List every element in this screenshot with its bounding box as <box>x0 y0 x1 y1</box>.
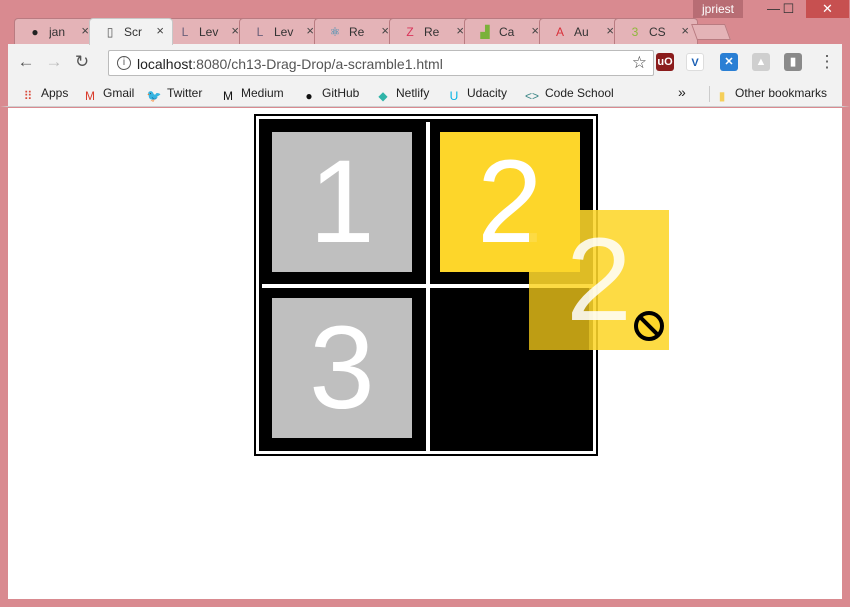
address-bar[interactable]: i localhost:8080/ch13-Drag-Drop/a-scramb… <box>108 50 654 76</box>
maximize-button[interactable]: ☐ <box>774 0 803 18</box>
bookmark-label: Code School <box>545 86 614 100</box>
tab-0[interactable]: ● jan × <box>14 18 98 44</box>
bookmarks-separator <box>709 86 710 102</box>
az-icon: Z <box>406 25 414 39</box>
medium-icon: M <box>223 89 233 103</box>
other-bookmarks-folder[interactable]: ▮ Other bookmarks <box>714 84 828 103</box>
site-info-icon[interactable]: i <box>117 56 131 70</box>
tab-label: Ca <box>499 25 515 39</box>
bookmark-twitter[interactable]: 🐦 Twitter <box>146 84 203 103</box>
bookmark-apps[interactable]: ⠿ Apps <box>20 84 69 103</box>
tab-close-icon[interactable]: × <box>306 23 314 38</box>
page-icon: ▯ <box>106 25 114 39</box>
title-bar: jpriest — ☐ ✕ ● jan × ▯ Scr × L Lev × L Lev × ⚛ Re × Z R… <box>0 0 850 45</box>
tab-close-icon[interactable]: × <box>81 23 89 38</box>
folder-icon: ▮ <box>718 89 726 103</box>
bookmark-label: Gmail <box>103 86 135 100</box>
browser-toolbar: ← → ↻ i localhost:8080/ch13-Drag-Drop/a-… <box>0 44 850 80</box>
react-icon: ⚛ <box>329 25 341 39</box>
bookmark-label: Netlify <box>396 86 430 100</box>
drag-ghost-label: 2 <box>566 214 632 346</box>
bookmark-star-icon[interactable]: ☆ <box>632 53 647 73</box>
tab-close-icon[interactable]: × <box>456 23 464 38</box>
back-button[interactable]: ← <box>16 52 36 72</box>
tab-label: Lev <box>199 25 219 39</box>
url-host: localhost <box>137 56 193 72</box>
tab-label: Au <box>574 25 589 39</box>
css-icon: 3 <box>631 25 639 39</box>
tab-label: Re <box>424 25 440 39</box>
tab-2[interactable]: L Lev × <box>164 18 248 44</box>
bookmarks-overflow-button[interactable]: » <box>678 83 686 101</box>
l-icon: L <box>181 25 189 39</box>
vue-extension-icon[interactable]: V <box>686 53 704 71</box>
apps-icon: ⠿ <box>23 89 33 103</box>
bookmark-github[interactable]: ● GitHub <box>301 84 360 103</box>
close-window-button[interactable]: ✕ <box>806 0 849 18</box>
bookmark-label: Twitter <box>167 86 203 100</box>
url-path: :8080/ch13-Drag-Drop/a-scramble1.html <box>192 56 443 72</box>
tab-close-icon[interactable]: × <box>681 23 689 38</box>
tab-close-icon[interactable]: × <box>381 23 389 38</box>
tab-8[interactable]: 3 CS × <box>614 18 698 44</box>
github-icon: ● <box>31 25 39 39</box>
bookmark-label: Apps <box>41 86 69 100</box>
tab-close-icon[interactable]: × <box>531 23 539 38</box>
tab-1[interactable]: ▯ Scr × <box>89 18 173 45</box>
new-tab-button[interactable] <box>691 24 731 40</box>
bookmark-netlify[interactable]: ◆ Netlify <box>375 84 430 103</box>
cross-extension-icon[interactable]: ✕ <box>720 53 738 71</box>
netlify-icon: ◆ <box>378 89 388 103</box>
tab-7[interactable]: A Au × <box>539 18 623 44</box>
puzzle-tile-3[interactable]: 3 <box>272 298 412 438</box>
tab-5[interactable]: Z Re × <box>389 18 473 44</box>
udacity-icon: U <box>449 89 459 103</box>
bookmark-label: Medium <box>241 86 284 100</box>
angular-icon: A <box>555 25 564 39</box>
puzzle-cell[interactable]: 3 <box>262 288 422 448</box>
no-drop-cursor-icon <box>634 311 664 341</box>
puzzle-tile-1[interactable]: 1 <box>272 132 412 272</box>
tab-label: Re <box>349 25 365 39</box>
l-icon: L <box>256 25 264 39</box>
forward-button[interactable]: → <box>44 52 64 72</box>
tab-4[interactable]: ⚛ Re × <box>314 18 398 44</box>
bookmark-label: Udacity <box>467 86 508 100</box>
tab-6[interactable]: ▟ Ca × <box>464 18 548 44</box>
puzzle-cell[interactable]: 1 <box>262 122 422 282</box>
bookmarks-bar: » ▮ Other bookmarks ⠿ Apps M Gmail 🐦 Twitter M M… <box>0 80 850 107</box>
tab-close-icon[interactable]: × <box>231 23 239 38</box>
tab-label: Scr <box>124 25 142 39</box>
bookmark-gmail[interactable]: M Gmail <box>82 84 135 103</box>
ublock-extension-icon[interactable]: uO <box>656 53 674 71</box>
page-content: 1 2 3 2 <box>8 108 842 599</box>
tab-label: CS <box>649 25 666 39</box>
twitter-icon: 🐦 <box>146 89 162 103</box>
bookmark-code-school[interactable]: <> Code School <box>524 84 614 103</box>
bookmark-udacity[interactable]: U Udacity <box>446 84 508 103</box>
url-text[interactable]: localhost:8080/ch13-Drag-Drop/a-scramble… <box>137 55 443 73</box>
tab-label: jan <box>49 25 66 39</box>
drive-extension-icon[interactable]: ▲ <box>752 53 770 71</box>
profile-name[interactable]: jpriest <box>693 0 743 18</box>
tab-label: Lev <box>274 25 294 39</box>
chart-icon: ▟ <box>480 25 490 39</box>
panel-extension-icon[interactable]: ▮ <box>784 53 802 71</box>
tab-close-icon[interactable]: × <box>156 23 164 38</box>
other-bookmarks-label: Other bookmarks <box>735 86 828 100</box>
menu-icon[interactable]: ⋮ <box>817 52 837 72</box>
bookmark-medium[interactable]: M Medium <box>220 84 284 103</box>
tab-3[interactable]: L Lev × <box>239 18 323 44</box>
tab-close-icon[interactable]: × <box>606 23 614 38</box>
github-icon: ● <box>305 89 313 103</box>
gmail-icon: M <box>85 89 95 103</box>
reload-button[interactable]: ↻ <box>72 52 92 72</box>
code-icon: <> <box>524 89 539 103</box>
bookmark-label: GitHub <box>322 86 360 100</box>
